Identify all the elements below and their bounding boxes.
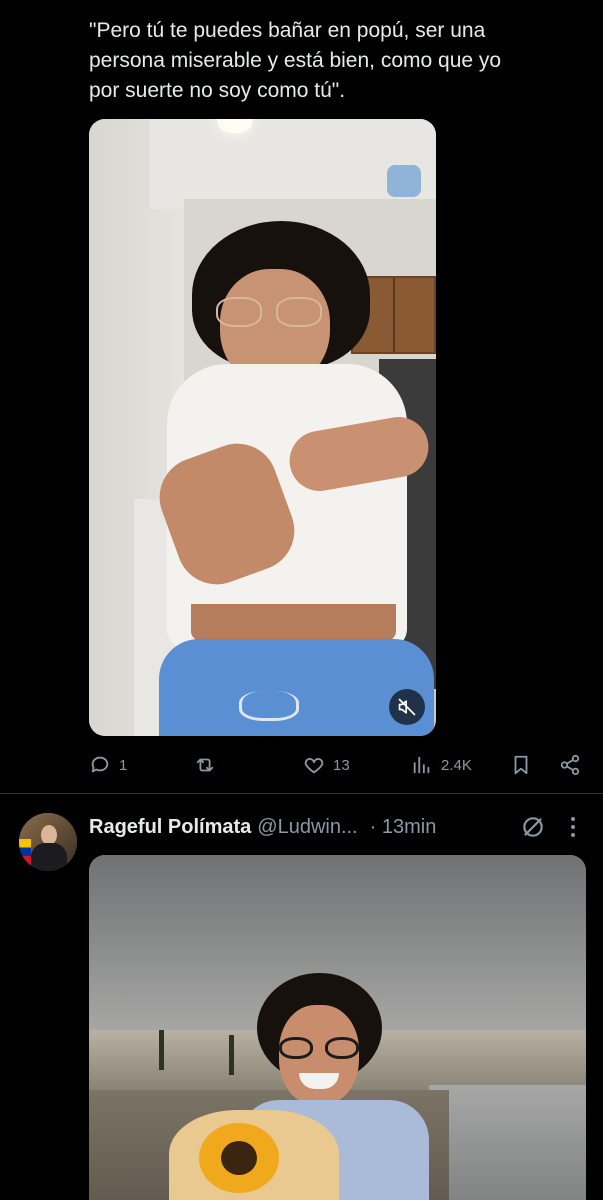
grok-icon[interactable]: [520, 814, 546, 840]
bookmark-icon: [514, 755, 528, 775]
tweet-action-bar: 1 13 2.4K: [89, 750, 589, 780]
heart-icon: [304, 758, 324, 774]
tweet-video[interactable]: [89, 119, 436, 736]
tweet-divider: [0, 793, 603, 794]
more-icon[interactable]: [566, 815, 580, 839]
reply-icon: [91, 756, 109, 773]
share-icon: [560, 754, 580, 776]
mute-button[interactable]: [389, 689, 425, 725]
repost-button[interactable]: [194, 750, 224, 780]
tweet-author-row: Rageful Polímata @Ludwin... · 13min: [89, 814, 589, 840]
views-count: 2.4K: [441, 756, 472, 774]
author-name[interactable]: Rageful Polímata: [89, 816, 251, 839]
reply-button[interactable]: 1: [89, 750, 127, 780]
bookmark-button[interactable]: [510, 750, 532, 780]
author-handle[interactable]: @Ludwin...: [257, 816, 357, 839]
tweet-text: "Pero tú te puedes bañar en popú, ser un…: [89, 19, 502, 102]
like-count: 13: [333, 756, 350, 774]
tweet-timestamp[interactable]: · 13min: [370, 816, 437, 839]
views-icon: [413, 756, 430, 774]
muted-speaker-icon: [398, 698, 416, 716]
share-button[interactable]: [559, 750, 581, 780]
avatar[interactable]: [19, 813, 77, 871]
views-button[interactable]: 2.4K: [411, 750, 472, 780]
tweet-photo[interactable]: [89, 855, 586, 1200]
reply-count: 1: [119, 756, 128, 774]
repost-icon: [196, 758, 214, 772]
like-button[interactable]: 13: [303, 750, 350, 780]
